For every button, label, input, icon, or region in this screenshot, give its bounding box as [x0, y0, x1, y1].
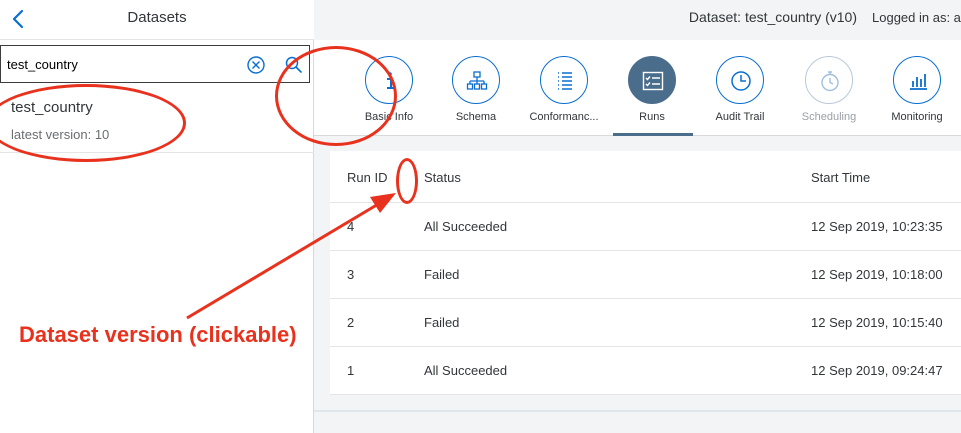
- dataset-version-link[interactable]: latest version: 10: [11, 127, 109, 142]
- icon-tab-bar: Basic Info Schema Conformanc... Runs Aud…: [314, 40, 961, 136]
- cell-start-time: 12 Sep 2019, 10:15:40: [811, 315, 943, 330]
- column-header-run-id: Run ID: [347, 170, 388, 185]
- logged-in-label: Logged in as: a: [872, 10, 961, 25]
- cell-status: All Succeeded: [424, 219, 508, 234]
- cell-run-id: 2: [347, 315, 355, 330]
- clear-icon[interactable]: [246, 55, 266, 75]
- tab-label: Schema: [455, 111, 497, 123]
- master-pane: Datasets test_country latest version: 10: [0, 0, 314, 433]
- tab-label: Conformanc...: [529, 111, 599, 123]
- cell-start-time: 12 Sep 2019, 10:18:00: [811, 267, 943, 282]
- tab-runs[interactable]: Runs: [614, 52, 690, 136]
- search-input[interactable]: [7, 52, 227, 76]
- tab-label: Scheduling: [801, 111, 857, 123]
- hierarchy-icon: [452, 56, 500, 104]
- cell-run-id: 1: [347, 363, 355, 378]
- tab-scheduling: Scheduling: [791, 52, 867, 136]
- table-row[interactable]: 2 Failed 12 Sep 2019, 10:15:40: [330, 299, 961, 347]
- tab-conformance[interactable]: Conformanc...: [526, 52, 602, 136]
- table-header: Run ID Status Start Time: [330, 151, 961, 203]
- detail-topbar: Dataset: test_country (v10) Logged in as…: [314, 0, 961, 40]
- tab-label: Basic Info: [364, 111, 414, 123]
- master-title: Datasets: [127, 9, 187, 26]
- cell-status: Failed: [424, 267, 460, 282]
- cell-status: Failed: [424, 315, 460, 330]
- table-row[interactable]: 1 All Succeeded 12 Sep 2019, 09:24:47: [330, 347, 961, 395]
- tab-schema[interactable]: Schema: [438, 52, 514, 136]
- tab-audit-trail[interactable]: Audit Trail: [702, 52, 778, 136]
- active-tab-indicator: [613, 133, 693, 136]
- list-item-dataset[interactable]: test_country latest version: 10: [0, 87, 314, 153]
- cell-start-time: 12 Sep 2019, 10:23:35: [811, 219, 943, 234]
- info-icon: [365, 56, 413, 104]
- tab-label: Audit Trail: [715, 111, 765, 123]
- checklist-icon: [628, 56, 676, 104]
- tab-basic-info[interactable]: Basic Info: [351, 52, 427, 136]
- detail-pane: Dataset: test_country (v10) Logged in as…: [314, 0, 961, 433]
- list-icon: [540, 56, 588, 104]
- divider: [314, 410, 961, 412]
- cell-run-id: 3: [347, 267, 355, 282]
- clock-icon: [716, 56, 764, 104]
- tab-label: Runs: [639, 111, 665, 123]
- column-header-start-time: Start Time: [811, 170, 871, 185]
- page-title: Dataset: test_country (v10): [688, 9, 857, 25]
- tab-monitoring[interactable]: Monitoring: [879, 52, 955, 136]
- cell-run-id: 4: [347, 219, 355, 234]
- tab-label: Monitoring: [891, 111, 943, 123]
- bar-chart-icon: [893, 56, 941, 104]
- runs-table: Run ID Status Start Time 4 All Succeeded…: [330, 151, 961, 395]
- annotation-label: Dataset version (clickable): [19, 322, 297, 347]
- table-row[interactable]: 4 All Succeeded 12 Sep 2019, 10:23:35: [330, 203, 961, 251]
- column-header-status: Status: [424, 170, 461, 185]
- master-header: Datasets: [0, 0, 314, 40]
- search-field[interactable]: [0, 45, 310, 83]
- table-row[interactable]: 3 Failed 12 Sep 2019, 10:18:00: [330, 251, 961, 299]
- cell-start-time: 12 Sep 2019, 09:24:47: [811, 363, 943, 378]
- dataset-name: test_country: [11, 99, 93, 116]
- cell-status: All Succeeded: [424, 363, 508, 378]
- search-icon[interactable]: [284, 55, 304, 75]
- stopwatch-icon: [805, 56, 853, 104]
